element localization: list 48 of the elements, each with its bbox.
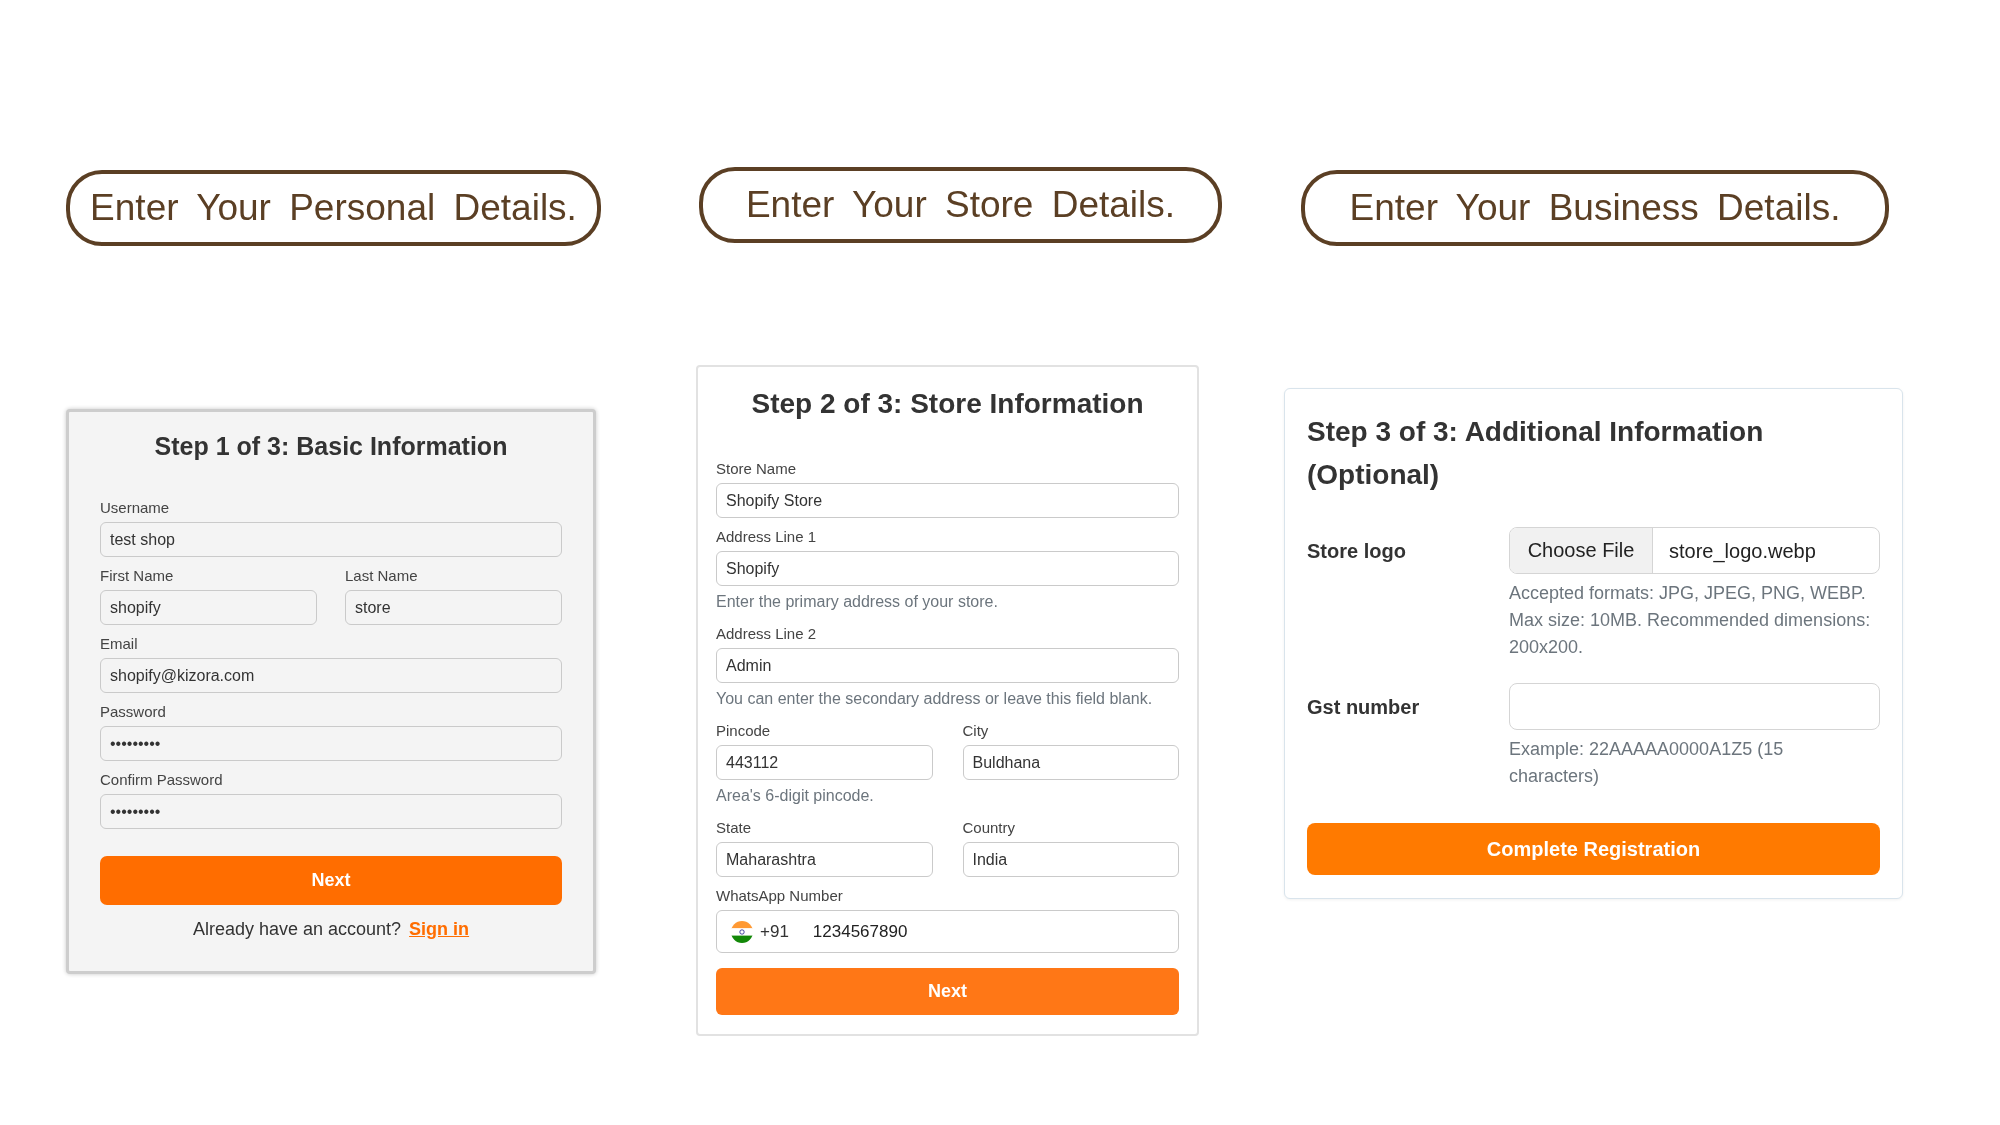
input-field[interactable]: 443112 (716, 745, 933, 780)
field-label: First Name (100, 567, 174, 585)
form-title: Step 3 of 3: Additional Information (Optional) (1307, 415, 1765, 492)
field-label: Gst number (1307, 694, 1420, 719)
input-field[interactable]: shopify (100, 590, 317, 625)
input-field[interactable]: ••••••••• (100, 726, 562, 761)
help-text: Area's 6-digit pincode. (716, 786, 874, 806)
heading-banner: Enter Your Personal Details. (66, 170, 601, 246)
country-code-selector[interactable]: +91 (717, 911, 803, 952)
form-title: Step 2 of 3: Store Information (750, 387, 1145, 421)
input-field[interactable]: Buldhana (962, 745, 1179, 780)
file-name: store_logo.webp (1668, 538, 1816, 563)
field-label: Store logo (1307, 538, 1406, 563)
choose-file-button[interactable]: Choose File (1510, 528, 1653, 573)
input-field[interactable]: test shop (100, 522, 562, 557)
flag-icon (731, 920, 753, 943)
heading-banner: Enter Your Business Details. (1301, 170, 1889, 246)
field-label: Address Line 2 (716, 625, 817, 643)
signin-prompt: Already have an account? (192, 918, 402, 941)
input-field[interactable]: Maharashtra (716, 842, 933, 877)
field-label: Last Name (345, 567, 418, 585)
input-field[interactable]: store (345, 590, 562, 625)
field-label: State (716, 819, 752, 837)
field-label: Address Line 1 (716, 528, 817, 546)
input-field[interactable]: ••••••••• (100, 794, 562, 829)
file-input[interactable]: Choose File store_logo.webp (1509, 527, 1880, 574)
field-label: Password (100, 703, 166, 721)
field-label: Email (100, 635, 138, 653)
field-label: WhatsApp Number (716, 887, 843, 905)
field-label: Country (962, 819, 1016, 837)
help-text: Enter the primary address of your store. (716, 592, 998, 612)
input-field[interactable]: Admin (716, 648, 1179, 683)
input-field[interactable]: India (962, 842, 1179, 877)
heading-banner: Enter Your Store Details. (699, 167, 1222, 243)
help-text: Accepted formats: JPG, JPEG, PNG, WEBP. Max size: 10MB. Recommended dimensions: 200x200. (1509, 582, 1872, 659)
input-field[interactable]: Shopify Store (716, 483, 1179, 518)
help-text: Example: 22AAAAA0000A1Z5 (15 characters) (1509, 738, 1785, 788)
field-label: Pincode (716, 722, 771, 740)
field-label: Username (100, 499, 170, 517)
field-label: Store Name (716, 460, 797, 478)
input-field[interactable] (1509, 683, 1880, 730)
input-field[interactable]: shopify@kizora.com (100, 658, 562, 693)
form-title: Step 1 of 3: Basic Information (153, 431, 509, 461)
input-field[interactable]: Shopify (716, 551, 1179, 586)
help-text: You can enter the secondary address or leave this field blank. (716, 689, 1153, 709)
field-label: City (962, 722, 989, 740)
phone-field[interactable]: +91 1234567890 (716, 910, 1179, 953)
field-label: Confirm Password (100, 771, 223, 789)
